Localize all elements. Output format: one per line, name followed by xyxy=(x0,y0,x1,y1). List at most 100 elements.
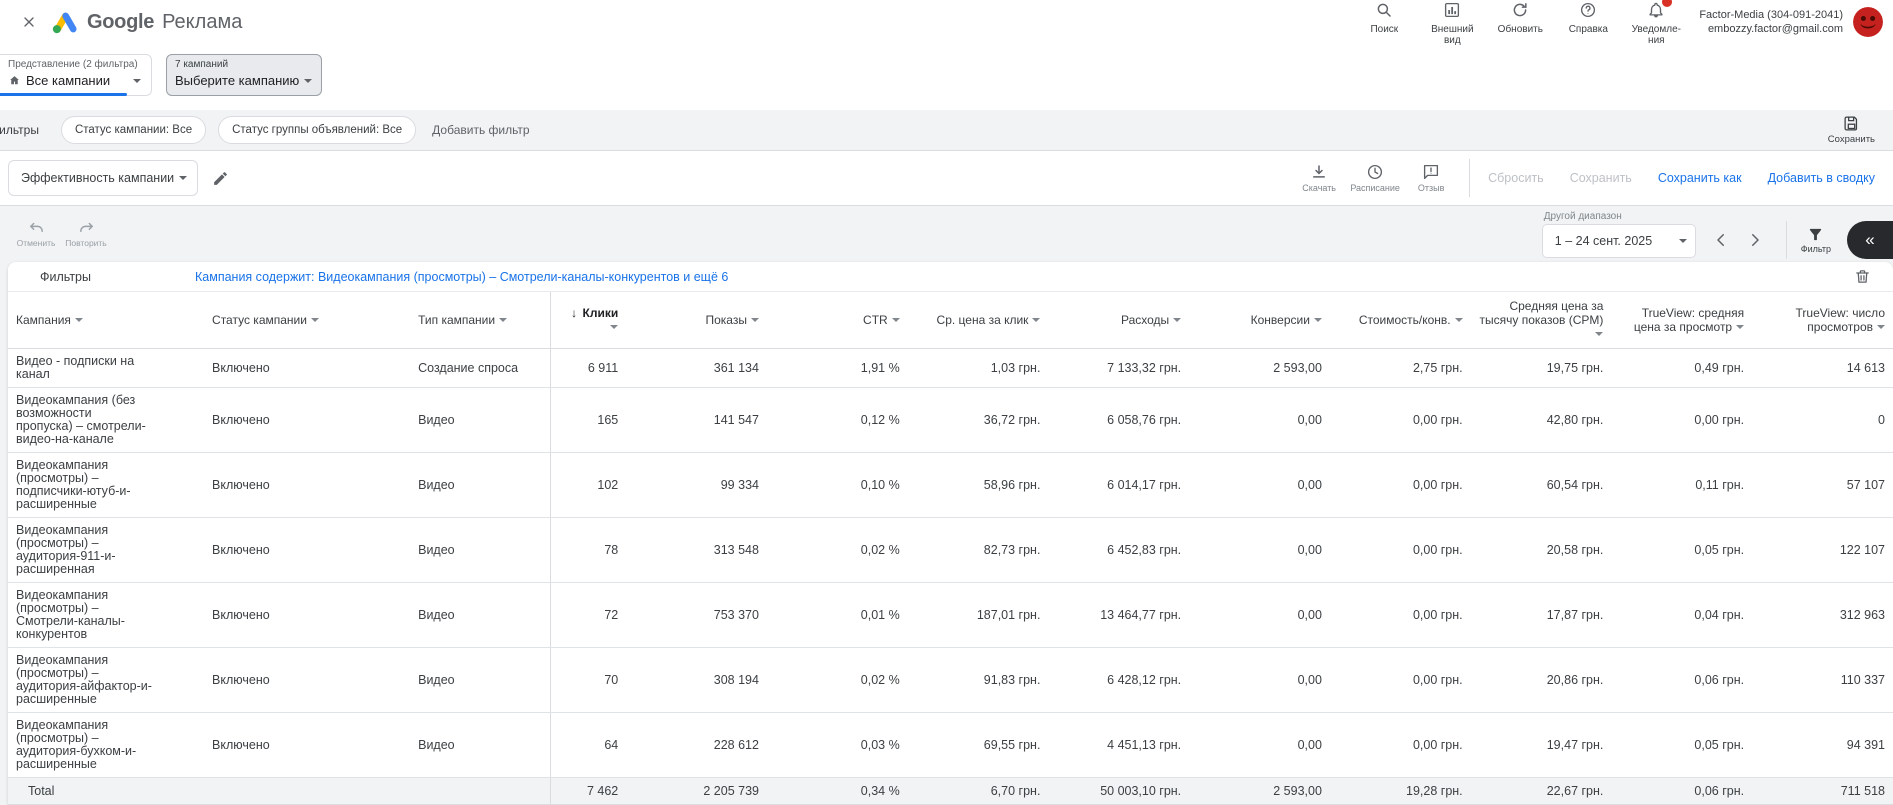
add-filter-button[interactable]: Добавить фильтр xyxy=(432,123,529,137)
chevron-left-icon xyxy=(1712,231,1730,249)
topbar-action-appearance[interactable]: Внешний вид xyxy=(1423,0,1481,46)
cell-campaign-type: Создание спроса xyxy=(410,349,551,388)
cell-ctr: 0,02 % xyxy=(767,518,908,583)
column-header-trueview-cpv[interactable]: TrueView: средняя цена за просмотр xyxy=(1611,292,1752,349)
feedback-button[interactable]: Отзыв xyxy=(1403,163,1459,193)
topbar-action-label: Справка xyxy=(1569,24,1608,35)
link-сохранить-как[interactable]: Сохранить как xyxy=(1658,171,1742,185)
refresh-icon xyxy=(1511,1,1529,19)
prev-date-button[interactable] xyxy=(1704,223,1738,257)
cell-ctr: 0,02 % xyxy=(767,648,908,713)
cell-cost: 6 452,83 грн. xyxy=(1048,518,1189,583)
topbar-action-notifications[interactable]: Уведомле-ния xyxy=(1627,0,1685,46)
table-row: Видеокампания (просмотры) – Смотрели-кан… xyxy=(8,583,1893,648)
filter-toggle-button[interactable]: Фильтр xyxy=(1801,226,1831,254)
notification-badge xyxy=(1662,0,1672,7)
redo-icon xyxy=(78,220,95,237)
campaign-filter-link[interactable]: Кампания содержит: Видеокампания (просмо… xyxy=(195,270,728,284)
divider xyxy=(1469,159,1470,197)
appearance-icon xyxy=(1443,1,1461,19)
download-button[interactable]: Скачать xyxy=(1291,163,1347,193)
sort-caret-icon xyxy=(1877,325,1885,329)
column-header-trueview-views[interactable]: TrueView: число просмотров xyxy=(1752,292,1893,349)
cell-avg-cpc: 82,73 грн. xyxy=(908,518,1049,583)
filter-chip[interactable]: Статус группы объявлений: Все xyxy=(218,116,416,144)
schedule-button-label: Расписание xyxy=(1350,183,1400,193)
cell-campaign[interactable]: Видеокампания (просмотры) – аудитория-91… xyxy=(8,518,204,583)
account-email: embozzy.factor@gmail.com xyxy=(1699,22,1843,36)
cell-trueview-views: 110 337 xyxy=(1752,648,1893,713)
column-header-impressions[interactable]: Показы xyxy=(626,292,767,349)
cell-trueview-cpv: 0,06 грн. xyxy=(1611,778,1752,805)
column-label: Статус кампании xyxy=(212,313,307,327)
topbar-action-help[interactable]: Справка xyxy=(1559,0,1617,35)
chipbar-label: Фильтры xyxy=(0,123,39,137)
cell-avg-cpm: 22,67 грн. xyxy=(1471,778,1612,805)
column-header-campaign-status[interactable]: Статус кампании xyxy=(204,292,410,349)
cell-cost: 7 133,32 грн. xyxy=(1048,349,1189,388)
close-button[interactable] xyxy=(12,5,46,39)
cell-ctr: 0,12 % xyxy=(767,388,908,453)
view-selector-value: Все кампании xyxy=(26,73,110,88)
topbar-action-search[interactable]: Поиск xyxy=(1355,0,1413,35)
save-view-button[interactable]: Сохранить xyxy=(1828,115,1875,145)
delete-filter-button[interactable] xyxy=(1850,264,1875,289)
cell-trueview-views: 711 518 xyxy=(1752,778,1893,805)
cell-trueview-cpv: 0,00 грн. xyxy=(1611,388,1752,453)
download-button-label: Скачать xyxy=(1302,183,1336,193)
brand-google: Google xyxy=(87,11,154,34)
filter-chip[interactable]: Статус кампании: Все xyxy=(61,116,206,144)
date-range-dropdown[interactable]: 1 – 24 сент. 2025 xyxy=(1542,224,1696,258)
column-header-campaign[interactable]: Кампания xyxy=(8,292,204,349)
cell-campaign-status: Включено xyxy=(204,349,410,388)
report-title-dropdown[interactable]: Эффективность кампании xyxy=(8,160,198,196)
collapse-panel-button[interactable]: « xyxy=(1847,221,1893,259)
cell-campaign[interactable]: Видеокампания (без возможности пропуска)… xyxy=(8,388,204,453)
cell-trueview-views: 122 107 xyxy=(1752,518,1893,583)
cell-campaign[interactable]: Видеокампания (просмотры) – подписчики-ю… xyxy=(8,453,204,518)
cell-ctr: 0,01 % xyxy=(767,583,908,648)
collapse-icon: « xyxy=(1865,230,1874,250)
column-header-cost[interactable]: Расходы xyxy=(1048,292,1189,349)
column-header-avg-cpc[interactable]: Ср. цена за клик xyxy=(908,292,1049,349)
avatar[interactable] xyxy=(1853,7,1883,37)
column-header-clicks[interactable]: ↓ Клики xyxy=(551,292,626,349)
filters-row: Фильтры Кампания содержит: Видеокампания… xyxy=(8,262,1893,292)
link-добавить-в-сводку[interactable]: Добавить в сводку xyxy=(1768,171,1875,185)
column-header-cost-per-conv[interactable]: Стоимость/конв. xyxy=(1330,292,1471,349)
home-icon xyxy=(8,74,21,87)
cell-avg-cpm: 17,87 грн. xyxy=(1471,583,1612,648)
view-selector[interactable]: Представление (2 фильтра) Все кампании xyxy=(0,54,152,96)
cell-campaign[interactable]: Видеокампания (просмотры) – аудитория-ай… xyxy=(8,648,204,713)
schedule-button[interactable]: Расписание xyxy=(1347,163,1403,193)
table-row: Видео - подписки на каналВключеноСоздани… xyxy=(8,349,1893,388)
undo-button[interactable]: Отменить xyxy=(14,220,58,248)
cell-clicks: 165 xyxy=(551,388,626,453)
cell-campaign[interactable]: Видеокампания (просмотры) – Смотрели-кан… xyxy=(8,583,204,648)
brand[interactable]: Google Реклама xyxy=(52,11,242,34)
cell-avg-cpm: 19,47 грн. xyxy=(1471,713,1612,778)
column-header-ctr[interactable]: CTR xyxy=(767,292,908,349)
cell-impressions: 313 548 xyxy=(626,518,767,583)
cell-campaign[interactable]: Видео - подписки на канал xyxy=(8,349,204,388)
column-header-campaign-type[interactable]: Тип кампании xyxy=(410,292,551,349)
topbar-action-label: Внешний вид xyxy=(1424,24,1480,46)
account-info[interactable]: Factor-Media (304-091-2041) embozzy.fact… xyxy=(1699,8,1843,36)
workspace: Фильтры Статус кампании: Все Статус групп… xyxy=(0,110,1893,805)
view-selector-label: Представление (2 фильтра) xyxy=(8,59,141,71)
edit-report-name-button[interactable] xyxy=(212,170,229,187)
column-header-avg-cpm[interactable]: Средняя цена за тысячу показов (CPM) xyxy=(1471,292,1612,349)
next-date-button[interactable] xyxy=(1738,223,1772,257)
cell-conversions: 2 593,00 xyxy=(1189,349,1330,388)
filter-chips: Статус кампании: Все Статус группы объявл… xyxy=(39,116,416,144)
cell-campaign-type: Видео xyxy=(410,388,551,453)
sort-caret-icon xyxy=(610,325,618,329)
filter-toggle-label: Фильтр xyxy=(1801,244,1831,254)
cell-cost: 6 058,76 грн. xyxy=(1048,388,1189,453)
column-header-conversions[interactable]: Конверсии xyxy=(1189,292,1330,349)
redo-button[interactable]: Повторить xyxy=(64,220,108,248)
topbar-action-refresh[interactable]: Обновить xyxy=(1491,0,1549,35)
campaign-selector[interactable]: 7 кампаний Выберите кампанию xyxy=(166,54,322,96)
cell-campaign-status: Включено xyxy=(204,453,410,518)
cell-campaign[interactable]: Видеокампания (просмотры) – аудитория-бу… xyxy=(8,713,204,778)
